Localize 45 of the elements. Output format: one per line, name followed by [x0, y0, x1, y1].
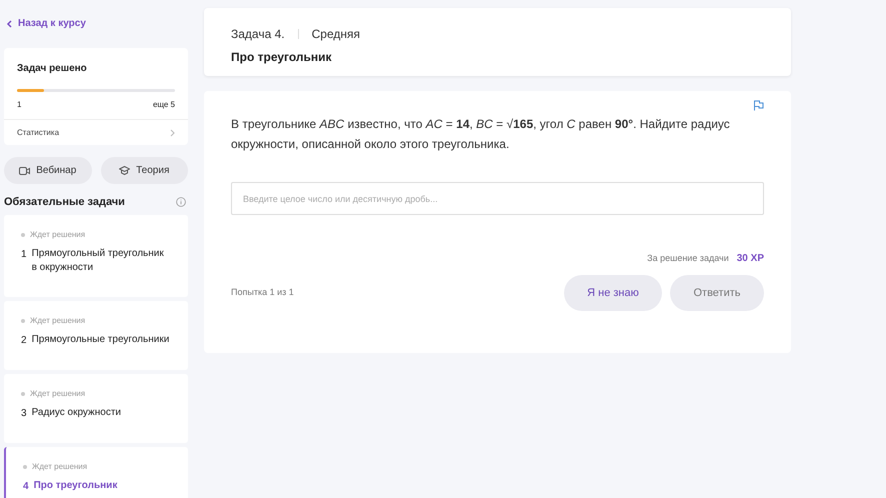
- chevron-left-icon: [6, 20, 12, 28]
- flag-icon[interactable]: [753, 100, 764, 111]
- solved-count: 1: [17, 99, 22, 111]
- chevron-right-icon: [170, 128, 175, 136]
- reward-value: 30 XP: [736, 252, 764, 266]
- stats-link[interactable]: Статистика: [4, 119, 188, 145]
- task-title: Прямоугольный треугольник в окружности: [32, 246, 165, 274]
- status-dot-icon: [21, 392, 25, 396]
- task-number: 2: [21, 334, 27, 348]
- progress-title: Задач решено: [17, 62, 87, 76]
- task-status: Ждет решения: [30, 314, 86, 326]
- status-dot-icon: [21, 232, 25, 236]
- task-number-label: Задача 4.: [231, 26, 285, 43]
- remaining-count: еще 5: [152, 99, 175, 111]
- task-item[interactable]: Ждет решения 2 Прямоугольные треугольники: [4, 300, 188, 370]
- task-title: Радиус окружности: [32, 406, 121, 420]
- info-icon[interactable]: [176, 197, 186, 208]
- answer-field[interactable]: Введите целое число или десятичную дробь...: [231, 182, 764, 215]
- task-item[interactable]: Ждет решения 1 Прямоугольный треугольник в окружности: [4, 214, 188, 296]
- difficulty-label: Средняя: [312, 26, 360, 43]
- task-status: Ждет решения: [32, 460, 88, 472]
- theory-button[interactable]: Теория: [100, 157, 188, 184]
- task-item[interactable]: Ждет решения 3 Радиус окружности: [4, 374, 188, 442]
- back-link[interactable]: Назад к курсу: [6, 16, 86, 31]
- problem-text: В треугольнике ABC известно, что AC = 14, BC = √165, угол C равен 90°. Найдите радиус окружности, описанной около этого треугольника.: [231, 116, 731, 153]
- task-title: Про треугольник: [34, 478, 118, 492]
- reward-label: За решение задачи: [647, 252, 729, 265]
- status-dot-icon: [23, 464, 27, 468]
- stats-label: Статистика: [17, 126, 60, 138]
- webinar-button[interactable]: Вебинар: [4, 157, 92, 184]
- task-title: Прямоугольные треугольники: [32, 332, 170, 346]
- task-number: 3: [21, 406, 27, 420]
- task-header-title: Про треугольник: [231, 49, 332, 66]
- task-status: Ждет решения: [30, 388, 86, 400]
- status-dot-icon: [21, 318, 25, 322]
- task-status: Ждет решения: [30, 228, 86, 240]
- task-item[interactable]: Ждет решения 4 Про треугольник: [4, 446, 188, 498]
- graduation-cap-icon: [119, 166, 130, 175]
- attempts-label: Попытка 1 из 1: [231, 286, 295, 300]
- video-camera-icon: [19, 166, 30, 174]
- submit-button[interactable]: Ответить: [670, 275, 764, 311]
- section-title: Обязательные задачи: [4, 195, 125, 210]
- task-number: 4: [23, 480, 29, 494]
- task-number: 1: [21, 248, 27, 262]
- dont-know-button[interactable]: Я не знаю: [564, 275, 662, 311]
